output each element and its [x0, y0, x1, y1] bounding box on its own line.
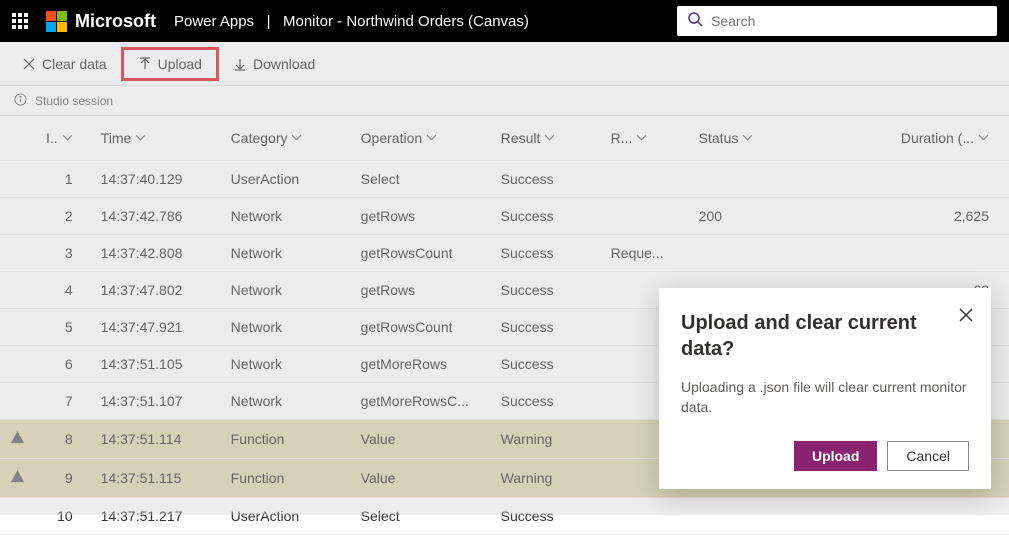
upload-button[interactable]: Upload	[130, 52, 210, 76]
microsoft-logo: Microsoft	[46, 11, 156, 32]
dialog-title: Upload and clear current data?	[681, 310, 969, 362]
col-status[interactable]: Status	[689, 116, 789, 161]
breadcrumb: Power Apps | Monitor - Northwind Orders …	[174, 13, 529, 30]
dialog-actions: Upload Cancel	[681, 441, 969, 471]
close-button[interactable]	[959, 308, 973, 327]
search-icon	[687, 11, 703, 32]
chevron-down-icon	[426, 130, 437, 146]
warning-icon	[10, 430, 25, 445]
chevron-down-icon	[135, 130, 146, 146]
table-row[interactable]: 214:37:42.786NetworkgetRowsSuccess2002,6…	[0, 198, 1009, 235]
session-label: Studio session	[35, 94, 113, 108]
col-category[interactable]: Category	[221, 116, 351, 161]
info-icon	[14, 93, 27, 109]
col-r[interactable]: R...	[601, 116, 689, 161]
command-bar: Clear data Upload Download	[0, 42, 1009, 86]
top-bar: Microsoft Power Apps | Monitor - Northwi…	[0, 0, 1009, 42]
clear-data-button[interactable]: Clear data	[14, 52, 115, 76]
table-header-row: I.. Time Category Operation Result R... …	[0, 116, 1009, 161]
ms-logo-icon	[46, 11, 67, 32]
col-time[interactable]: Time	[91, 116, 221, 161]
app-name[interactable]: Power Apps	[174, 13, 254, 30]
page-title: Monitor - Northwind Orders (Canvas)	[283, 13, 529, 30]
search-input[interactable]	[711, 13, 987, 29]
status-bar: Studio session	[0, 86, 1009, 116]
chevron-down-icon	[978, 130, 989, 146]
download-button[interactable]: Download	[225, 52, 323, 76]
col-duration[interactable]: Duration (...	[789, 116, 1009, 161]
chevron-down-icon	[291, 130, 302, 146]
col-operation[interactable]: Operation	[351, 116, 491, 161]
col-id[interactable]: I..	[36, 116, 91, 161]
col-result[interactable]: Result	[491, 116, 601, 161]
table-row[interactable]: 1014:37:51.217UserActionSelectSuccess	[0, 498, 1009, 535]
app-launcher-icon[interactable]	[12, 13, 28, 29]
table-row[interactable]: 114:37:40.129UserActionSelectSuccess	[0, 161, 1009, 198]
brand-label: Microsoft	[75, 11, 156, 32]
upload-dialog: Upload and clear current data? Uploading…	[659, 288, 991, 489]
dialog-upload-button[interactable]: Upload	[794, 441, 877, 471]
search-box[interactable]	[677, 6, 997, 36]
chevron-down-icon	[742, 130, 753, 146]
chevron-down-icon	[636, 130, 647, 146]
upload-highlight: Upload	[121, 47, 219, 81]
chevron-down-icon	[544, 130, 555, 146]
dialog-body: Uploading a .json file will clear curren…	[681, 378, 969, 417]
warning-icon	[10, 469, 25, 484]
chevron-down-icon	[62, 130, 73, 146]
dialog-cancel-button[interactable]: Cancel	[887, 441, 969, 471]
table-row[interactable]: 314:37:42.808NetworkgetRowsCountSuccessR…	[0, 235, 1009, 272]
